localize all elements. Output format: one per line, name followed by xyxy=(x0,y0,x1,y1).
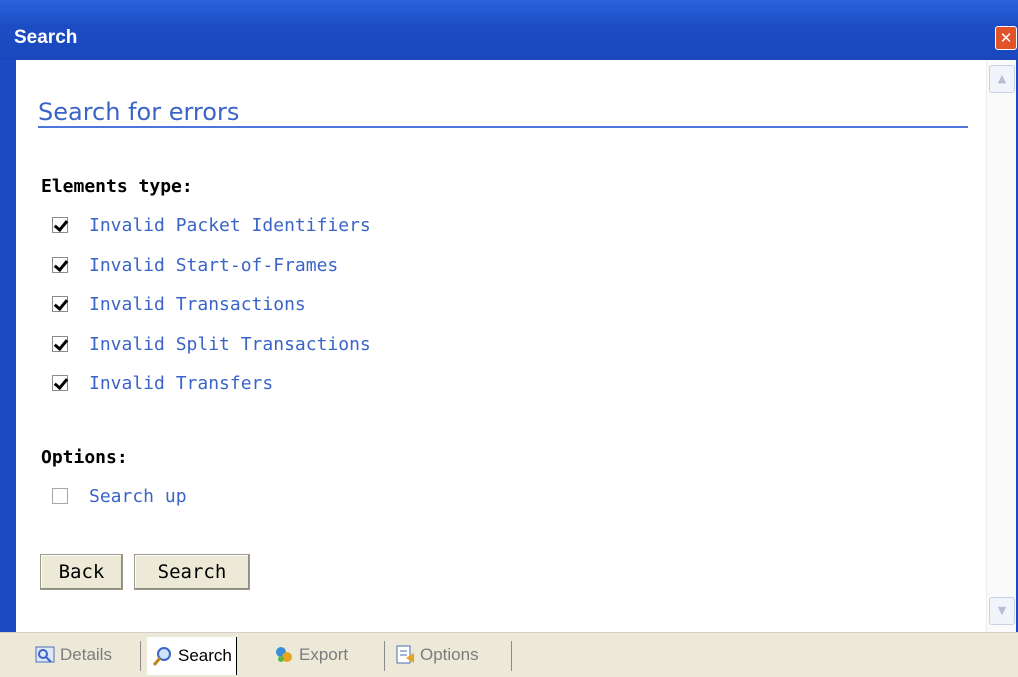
vertical-scrollbar[interactable]: ▲ ▼ xyxy=(986,60,1016,632)
search-button[interactable]: Search xyxy=(134,554,250,590)
tab-bar: Details Search Export Options xyxy=(0,632,1018,677)
options-label: Options: xyxy=(41,447,128,468)
page-title: Search for errors xyxy=(38,98,968,128)
checkbox-label[interactable]: Invalid Transfers xyxy=(89,373,273,394)
tab-search[interactable]: Search xyxy=(147,637,237,675)
tab-label: Export xyxy=(299,645,349,664)
checkbox[interactable] xyxy=(52,296,68,312)
close-button[interactable]: ✕ xyxy=(995,26,1017,50)
tab-label: Options xyxy=(420,645,479,664)
checkbox[interactable] xyxy=(52,217,68,233)
checkbox[interactable] xyxy=(52,375,68,391)
checkbox[interactable] xyxy=(52,257,68,273)
tab-separator xyxy=(140,641,141,671)
checkbox-row-search-up[interactable]: Search up xyxy=(52,485,187,507)
options-icon xyxy=(396,645,414,664)
magnifier-icon xyxy=(152,647,171,666)
checkbox-label[interactable]: Invalid Start-of-Frames xyxy=(89,255,338,276)
checkbox[interactable] xyxy=(52,336,68,352)
details-icon xyxy=(35,646,55,663)
tab-separator xyxy=(511,641,512,671)
checkbox-row-invalid-split-transactions[interactable]: Invalid Split Transactions xyxy=(52,333,371,355)
tab-details[interactable]: Details xyxy=(34,639,112,671)
checkbox-row-invalid-start-of-frames[interactable]: Invalid Start-of-Frames xyxy=(52,254,338,276)
checkbox-label[interactable]: Invalid Transactions xyxy=(89,294,306,315)
scroll-up-arrow-icon[interactable]: ▲ xyxy=(989,65,1015,93)
checkbox[interactable] xyxy=(52,488,68,504)
scroll-down-arrow-icon[interactable]: ▼ xyxy=(989,597,1015,625)
tab-options[interactable]: Options xyxy=(394,639,479,671)
back-button[interactable]: Back xyxy=(40,554,123,590)
tab-separator xyxy=(384,641,385,671)
checkbox-row-invalid-transactions[interactable]: Invalid Transactions xyxy=(52,293,306,315)
title-bar: Search ✕ xyxy=(0,0,1018,60)
checkbox-label[interactable]: Invalid Packet Identifiers xyxy=(89,215,371,236)
window-frame-left xyxy=(0,60,16,632)
checkbox-row-invalid-packet-identifiers[interactable]: Invalid Packet Identifiers xyxy=(52,214,371,236)
search-panel: Search for errors Elements type: Invalid… xyxy=(16,60,986,632)
checkbox-row-invalid-transfers[interactable]: Invalid Transfers xyxy=(52,372,273,394)
checkbox-label[interactable]: Invalid Split Transactions xyxy=(89,334,371,355)
tab-export[interactable]: Export xyxy=(273,639,348,671)
tab-label: Search xyxy=(178,646,232,665)
tab-label: Details xyxy=(60,645,112,664)
export-icon xyxy=(276,647,292,662)
elements-type-label: Elements type: xyxy=(41,176,193,197)
window-title: Search xyxy=(14,27,78,48)
checkbox-label[interactable]: Search up xyxy=(89,486,187,507)
